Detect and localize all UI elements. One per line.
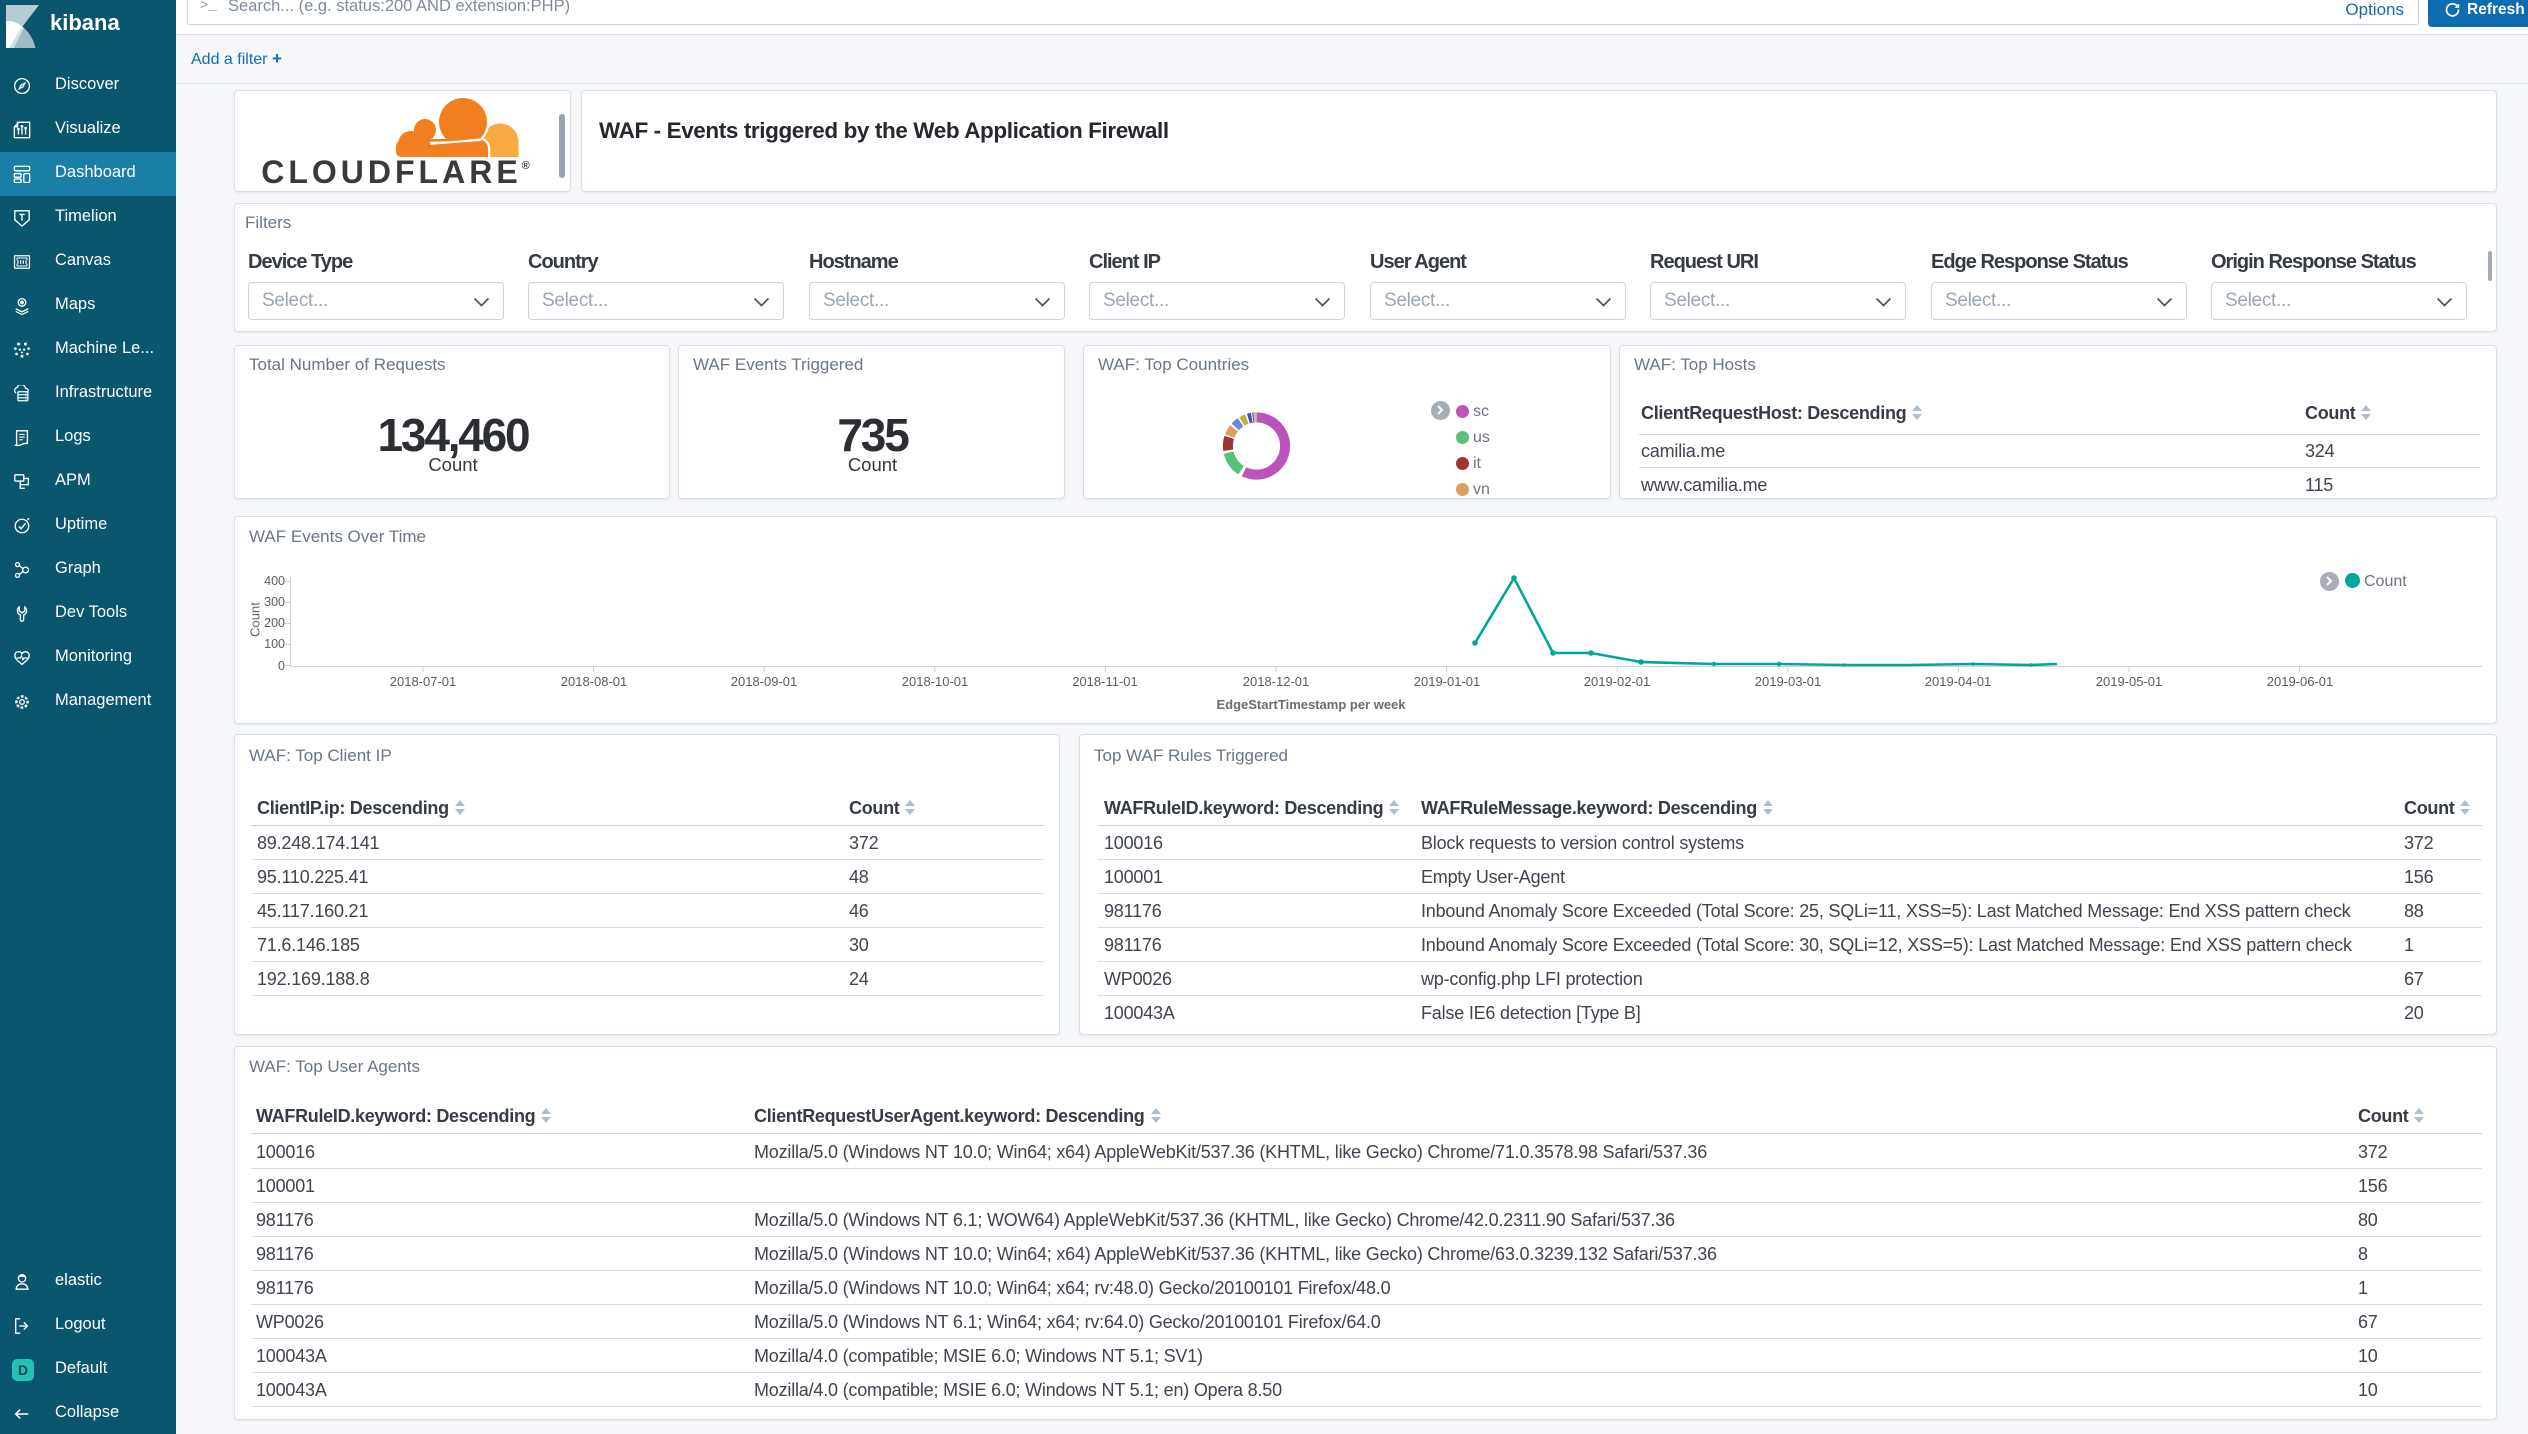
svg-text:D: D <box>18 1362 28 1378</box>
